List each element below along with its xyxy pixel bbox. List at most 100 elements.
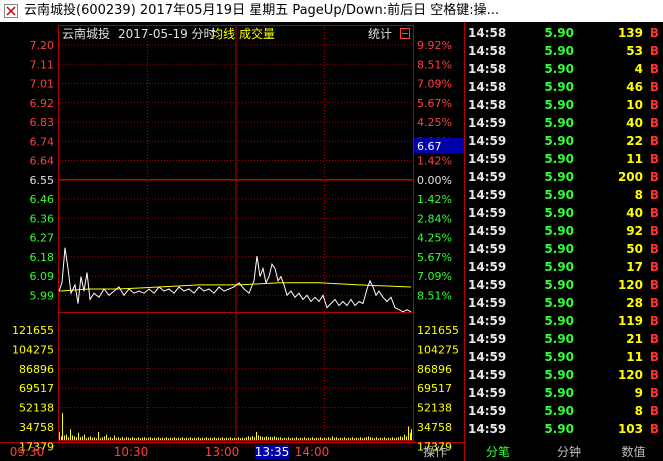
tick-volume: 119 — [617, 314, 643, 328]
volume-tick-label-right: 69517 — [417, 382, 452, 395]
percent-tick-label: 7.09% — [417, 78, 452, 91]
tick-row[interactable]: 14:59 5.90 22 B — [466, 132, 663, 150]
percent-tick-label: 4.25% — [417, 232, 452, 245]
percent-tick-label: 0.00% — [417, 174, 452, 187]
tick-volume: 50 — [626, 242, 643, 256]
tick-volume: 40 — [626, 116, 643, 130]
tick-volume: 8 — [634, 188, 643, 202]
tab-1[interactable]: 分笔 — [469, 443, 527, 461]
stats-button[interactable]: 统计 — [368, 27, 392, 41]
tick-time: 14:58 — [468, 44, 507, 58]
tick-side: B — [649, 152, 659, 166]
tick-time: 14:59 — [468, 350, 507, 364]
time-tick-label: 09:30 — [10, 445, 45, 459]
volume-tick-label: 121655 — [12, 324, 54, 337]
tick-side: B — [649, 62, 659, 76]
tick-time: 14:59 — [468, 224, 507, 238]
tick-time: 14:59 — [468, 116, 507, 130]
tick-row[interactable]: 14:59 5.90 11 B — [466, 348, 663, 366]
percent-tick-label: 9.92% — [417, 39, 452, 52]
tick-row[interactable]: 14:58 5.90 10 B — [466, 96, 663, 114]
tick-row[interactable]: 14:59 5.90 28 B — [466, 294, 663, 312]
tick-volume: 46 — [626, 80, 643, 94]
tick-row[interactable]: 14:59 5.90 120 B — [466, 366, 663, 384]
tick-time: 14:59 — [468, 332, 507, 346]
tick-row[interactable]: 14:59 5.90 92 B — [466, 222, 663, 240]
tick-side: B — [649, 314, 659, 328]
tick-volume: 120 — [617, 278, 643, 292]
tick-volume: 4 — [634, 62, 643, 76]
percent-tick-label: 1.42% — [417, 155, 452, 168]
tick-row[interactable]: 14:59 5.90 9 B — [466, 384, 663, 402]
price-tick-label: 6.46 — [30, 193, 55, 206]
tick-side: B — [649, 116, 659, 130]
tick-volume: 200 — [617, 170, 643, 184]
tick-volume: 103 — [617, 422, 643, 436]
price-tick-label: 7.20 — [30, 39, 55, 52]
tick-row[interactable]: 14:58 5.90 4 B — [466, 60, 663, 78]
price-tick-label: 6.83 — [30, 116, 55, 129]
time-tick-label: 13:35 — [255, 445, 290, 459]
cursor-price-label: 6.67 — [417, 140, 442, 153]
tick-time: 14:58 — [468, 80, 507, 94]
tab-0[interactable]: 操作 — [418, 443, 452, 461]
tick-side: B — [649, 26, 659, 40]
tick-row[interactable]: 14:59 5.90 11 B — [466, 150, 663, 168]
percent-tick-label: 5.67% — [417, 251, 452, 264]
tick-volume: 11 — [626, 152, 643, 166]
tick-volume: 53 — [626, 44, 643, 58]
price-tick-label: 5.99 — [30, 289, 55, 302]
price-tick-label: 6.27 — [30, 232, 55, 245]
tick-row[interactable]: 14:59 5.90 50 B — [466, 240, 663, 258]
tick-row[interactable]: 14:59 5.90 119 B — [466, 312, 663, 330]
tick-side: B — [649, 206, 659, 220]
tick-row[interactable]: 14:59 5.90 40 B — [466, 204, 663, 222]
tick-volume: 17 — [626, 260, 643, 274]
app-icon — [4, 4, 18, 18]
volume-tick-label-right: 104275 — [417, 343, 459, 356]
price-tick-label: 6.18 — [30, 251, 55, 264]
tick-row[interactable]: 14:59 5.90 21 B — [466, 330, 663, 348]
percent-tick-label: 5.67% — [417, 97, 452, 110]
tick-time: 14:59 — [468, 206, 507, 220]
tab-3[interactable]: 数值 — [604, 443, 663, 461]
tick-row[interactable]: 14:59 5.90 40 B — [466, 114, 663, 132]
tick-side: B — [649, 188, 659, 202]
tick-row[interactable]: 14:59 5.90 120 B — [466, 276, 663, 294]
price-tick-label: 6.55 — [30, 174, 55, 187]
tick-time: 14:59 — [468, 260, 507, 274]
tick-side: B — [649, 368, 659, 382]
tick-row[interactable]: 14:58 5.90 46 B — [466, 78, 663, 96]
tick-side: B — [649, 404, 659, 418]
tick-side: B — [649, 386, 659, 400]
window-title: 云南城投(600239) 2017年05月19日 星期五 PageUp/Down… — [24, 3, 500, 18]
intraday-chart[interactable]: 云南城投 2017-05-19 分时 均线 成交量 统计 7.20 7.11 7.0… — [0, 22, 466, 461]
price-tick-label: 6.64 — [30, 155, 55, 168]
tick-list[interactable]: 14:58 5.90 139 B 14:58 5.90 53 B 14:58 5.90 4 B 14:5… — [466, 22, 663, 443]
time-tick-label: 14:00 — [295, 445, 330, 459]
tick-volume: 92 — [626, 224, 643, 238]
tick-row[interactable]: 14:58 5.90 53 B — [466, 42, 663, 60]
tick-time: 14:59 — [468, 296, 507, 310]
tick-row[interactable]: 14:59 5.90 17 B — [466, 258, 663, 276]
tick-row[interactable]: 14:59 5.90 200 B — [466, 168, 663, 186]
volume-tick-label: 52138 — [19, 402, 54, 415]
tick-row[interactable]: 14:59 5.90 103 B — [466, 420, 663, 438]
tick-time: 14:59 — [468, 152, 507, 166]
percent-tick-label: 4.25% — [417, 116, 452, 129]
tick-side: B — [649, 134, 659, 148]
tick-volume: 120 — [617, 368, 643, 382]
tick-row[interactable]: 14:59 5.90 8 B — [466, 402, 663, 420]
tick-row[interactable]: 14:58 5.90 139 B — [466, 24, 663, 42]
tick-time: 14:59 — [468, 170, 507, 184]
tab-2[interactable]: 分钟 — [540, 443, 598, 461]
volume-tick-label-right: 34758 — [417, 421, 452, 434]
tick-time: 14:58 — [468, 98, 507, 112]
price-tick-label: 6.36 — [30, 212, 55, 225]
tick-volume: 28 — [626, 296, 643, 310]
tick-row[interactable]: 14:59 5.90 8 B — [466, 186, 663, 204]
window-title-bar: 云南城投(600239) 2017年05月19日 星期五 PageUp/Down… — [0, 0, 663, 22]
tick-time: 14:59 — [468, 404, 507, 418]
tick-side: B — [649, 260, 659, 274]
percent-tick-label: 1.42% — [417, 193, 452, 206]
